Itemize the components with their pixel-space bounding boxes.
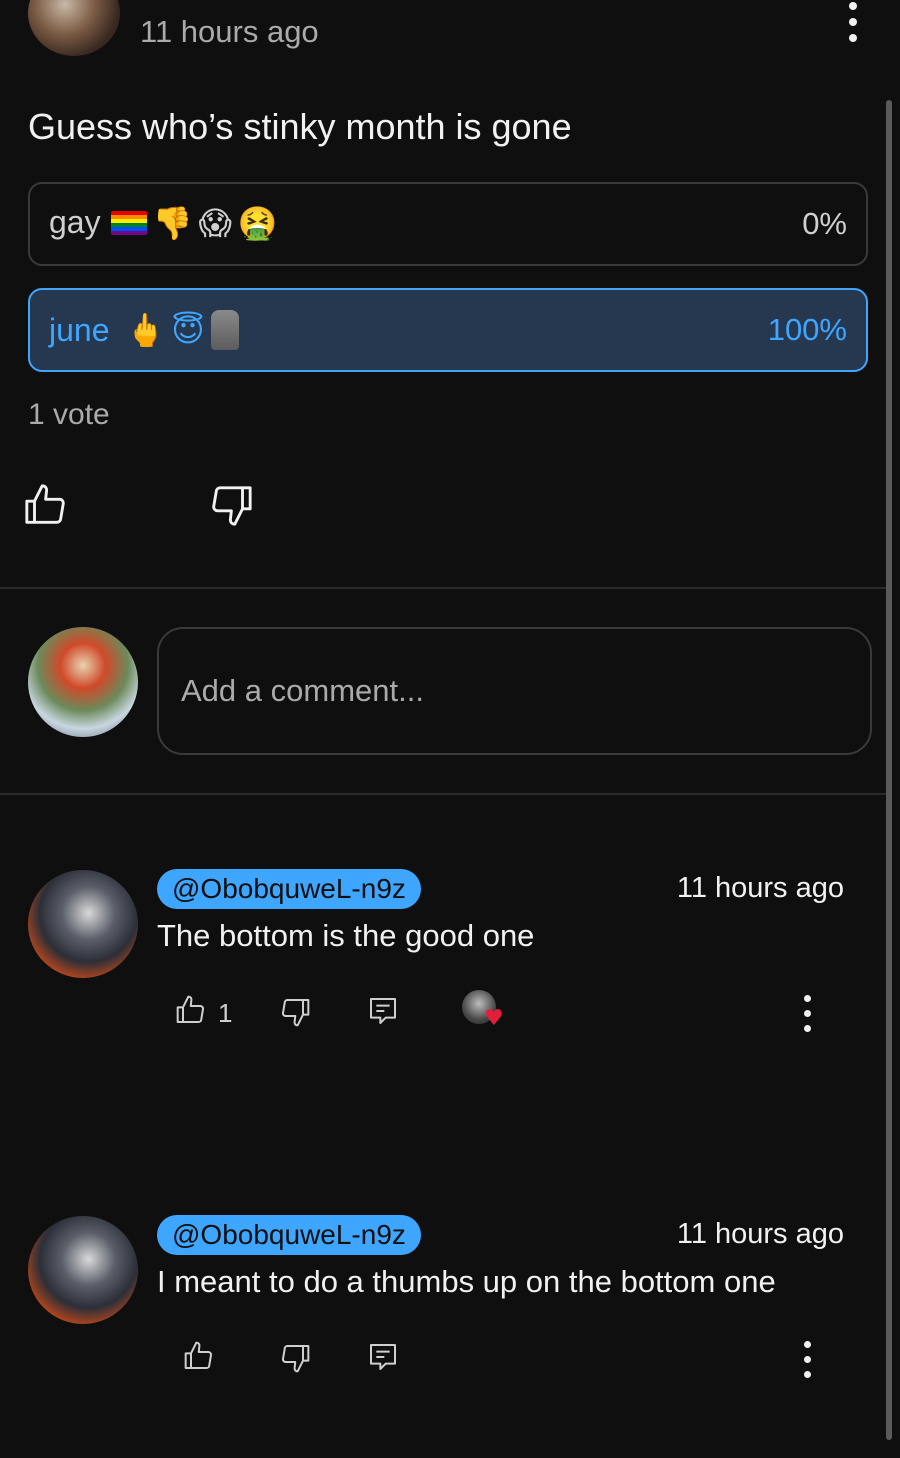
thumbs-down-icon	[282, 1345, 310, 1373]
comment-dislike-button[interactable]	[279, 996, 311, 1033]
middle-finger-emoji: 🖕	[125, 311, 166, 349]
moai-emoji	[210, 310, 239, 350]
more-vert-icon	[849, 2, 857, 10]
comment-like-count: 1	[218, 998, 233, 1028]
comment-text: I meant to do a thumbs up on the bottom …	[157, 1264, 776, 1299]
poll-option-percent: 100%	[767, 312, 847, 347]
comment-reply-button[interactable]	[367, 1340, 399, 1379]
reply-icon	[370, 1344, 396, 1370]
comment-reply-button[interactable]	[367, 994, 399, 1033]
add-comment-input[interactable]: Add a comment...	[157, 627, 872, 755]
more-vert-icon	[803, 1341, 811, 1348]
poll-option-gay[interactable]: gay 👎 😱 🤮 0%	[28, 182, 868, 266]
thumbs-up-icon	[25, 484, 65, 524]
comment-like-button[interactable]	[183, 1340, 215, 1377]
reply-icon	[370, 998, 396, 1024]
post-timestamp: 11 hours ago	[140, 14, 319, 49]
creator-heart-badge: ♥	[462, 990, 510, 1034]
comment-more-button[interactable]	[802, 995, 812, 1032]
divider	[0, 793, 886, 795]
post-more-button[interactable]	[848, 2, 858, 42]
poll-option-label: june	[49, 311, 110, 348]
current-user-avatar	[28, 627, 138, 737]
thumbs-down-emoji: 👎	[152, 203, 193, 242]
post-dislike-button[interactable]	[207, 482, 255, 533]
halo-face-emoji: 😇	[171, 311, 205, 349]
divider	[0, 587, 886, 589]
more-vert-icon	[803, 995, 811, 1002]
thumbs-up-icon	[176, 995, 204, 1023]
comment-placeholder: Add a comment...	[181, 673, 424, 708]
poll-option-label: gay	[49, 204, 101, 240]
comment-like-button[interactable]	[175, 994, 207, 1031]
comment-timestamp: 11 hours ago	[676, 1218, 844, 1250]
poll-option-percent: 0%	[802, 206, 847, 241]
post-author-avatar[interactable]	[28, 0, 120, 56]
peeking-face-emoji: 😱	[198, 203, 232, 242]
thumbs-down-icon	[212, 486, 252, 526]
comment-timestamp: 11 hours ago	[676, 872, 844, 904]
rainbow-flag-icon	[110, 210, 147, 235]
heart-icon: ♥	[484, 1006, 504, 1031]
comment-more-button[interactable]	[802, 1341, 812, 1378]
poll-option-june[interactable]: june 🖕 😇 100%	[28, 288, 868, 372]
scrollbar[interactable]	[886, 100, 892, 1440]
comment-author-avatar[interactable]	[28, 1216, 138, 1324]
comment-author-handle[interactable]: @ObobquweL-n9z	[157, 869, 421, 909]
comment-author-avatar[interactable]	[28, 870, 138, 978]
comment-dislike-button[interactable]	[279, 1342, 311, 1379]
vomiting-face-emoji: 🤮	[237, 203, 278, 242]
thumbs-up-icon	[184, 1341, 212, 1369]
post-like-button[interactable]	[22, 482, 70, 533]
thumbs-down-icon	[282, 999, 310, 1027]
poll-vote-count: 1 vote	[28, 398, 110, 431]
comment-text: The bottom is the good one	[157, 918, 535, 953]
comment-author-handle[interactable]: @ObobquweL-n9z	[157, 1215, 421, 1255]
post-text: Guess who’s stinky month is gone	[28, 106, 572, 147]
